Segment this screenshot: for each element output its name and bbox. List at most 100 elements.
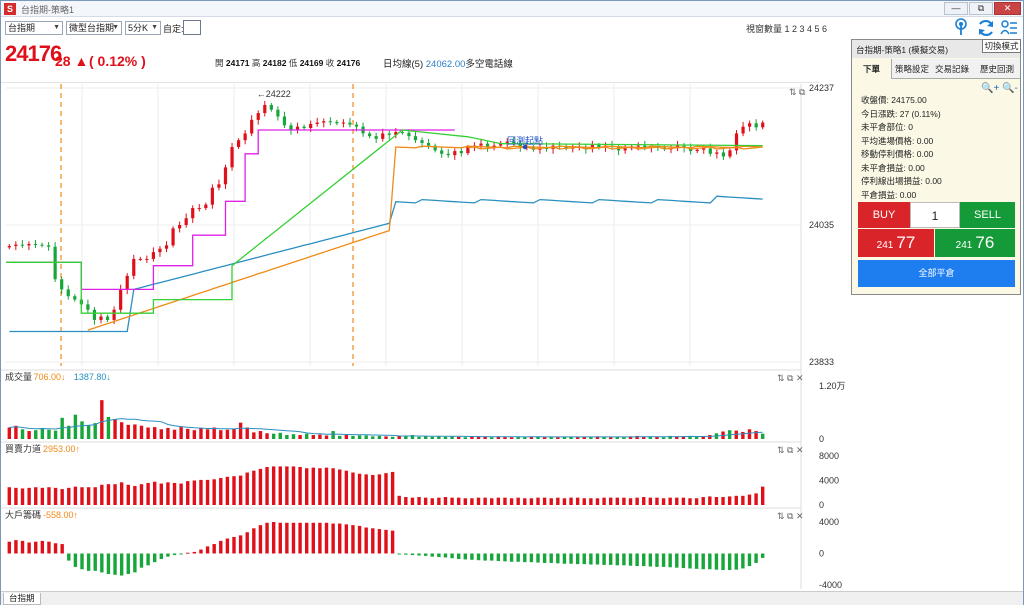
position-info: 收盤價: 24175.00 今日漲跌: 27 (0.11%) 未平倉部位: 0 …	[861, 94, 942, 202]
candle	[20, 244, 24, 246]
last-price: 24176	[5, 41, 62, 66]
indicator-bar	[668, 553, 672, 568]
candle	[86, 304, 90, 310]
refresh-icon[interactable]	[976, 18, 996, 38]
indicator-bar	[417, 497, 421, 505]
indicator-bar	[463, 437, 468, 439]
buy-button[interactable]: BUY	[858, 202, 910, 228]
sell-price-button[interactable]: 241 76	[935, 229, 1015, 257]
title-bar: S 台指期-策略1 — ⧉ ✕	[1, 1, 1023, 17]
indicator-bar	[476, 553, 481, 561]
indicator-bar	[404, 436, 408, 439]
indicator-bar	[655, 497, 659, 505]
restore-button[interactable]: ⧉	[969, 2, 993, 15]
candle	[636, 145, 640, 147]
symbol-select[interactable]: 台指期 ▼	[5, 21, 63, 35]
tab-backtest-history[interactable]: 歷史回測	[974, 59, 1020, 79]
indicator-bar	[490, 553, 494, 561]
candle	[7, 246, 11, 248]
indicator-bar	[741, 431, 745, 439]
candle	[623, 148, 627, 151]
indicator-bar	[338, 523, 342, 554]
candle	[204, 204, 208, 209]
candle	[413, 136, 418, 141]
indicator-bar	[371, 436, 375, 439]
indicator-bar	[542, 437, 547, 439]
close-button[interactable]: ✕	[994, 2, 1021, 15]
candle	[197, 208, 201, 210]
indicator-bar	[192, 551, 197, 554]
indicator-bar	[311, 522, 316, 554]
indicator-bar	[146, 427, 150, 439]
tab-strategy-settings[interactable]: 策略設定	[892, 59, 932, 79]
indicator-bar	[417, 553, 421, 556]
candle	[374, 136, 378, 139]
indicator-bar	[338, 469, 342, 505]
sell-button[interactable]: SELL	[960, 202, 1015, 228]
indicator-bar	[278, 466, 282, 505]
tab-trade-records[interactable]: 交易記錄	[932, 59, 972, 79]
indicator-bar	[331, 431, 335, 439]
indicator-bar	[542, 553, 547, 563]
pane-tools-icon: ⇅ ⧉ ✕	[777, 445, 804, 455]
indicator-bar	[523, 553, 527, 563]
indicator-bar	[549, 498, 553, 505]
annotation-backtest-start: 回測起點	[507, 135, 543, 146]
indicator-bar	[271, 433, 276, 439]
quantity-input[interactable]: 1	[910, 202, 960, 228]
indicator-bar	[225, 429, 230, 439]
indicator-bar	[470, 498, 474, 505]
interval-select-value: 5分K	[128, 23, 149, 33]
minimize-button[interactable]: —	[944, 2, 968, 15]
candle	[426, 142, 431, 146]
candle	[230, 147, 234, 168]
indicator-bar	[258, 468, 263, 505]
chart-area[interactable]: 24237 24035 23833 ←24222 回測起點 ⇅ ⧉ 成交量 706.00↓ 13…	[1, 84, 849, 589]
settings-list-icon[interactable]	[1000, 18, 1018, 38]
indicator-bar	[252, 432, 256, 439]
indicator-bar	[80, 421, 84, 439]
indicator-bar	[285, 522, 289, 554]
candle	[748, 123, 752, 127]
candle	[60, 279, 64, 290]
indicator-bar	[622, 437, 626, 439]
contract-select[interactable]: 微型台指期 ▼	[66, 21, 122, 35]
price-change: 28 ▲	[55, 53, 88, 69]
switch-mode-button[interactable]: 切換模式	[982, 39, 1021, 53]
custom-interval-input[interactable]	[183, 20, 201, 35]
y-axis-tick-label: -4000	[819, 580, 842, 589]
candle	[66, 289, 70, 297]
app-logo-icon: S	[4, 3, 16, 15]
buy-price-button[interactable]: 241 77	[858, 229, 934, 257]
indicator-bar	[357, 435, 362, 439]
zoom-icon[interactable]: 🔍+ 🔍-	[981, 83, 1018, 94]
candle	[119, 289, 123, 310]
candle	[387, 133, 391, 135]
indicator-bar	[298, 435, 302, 439]
candle	[105, 316, 110, 320]
sell-price-prefix: 241	[955, 240, 973, 251]
indicator-bar	[106, 553, 111, 574]
indicator-bar	[423, 553, 428, 556]
indicator-bar	[212, 427, 216, 439]
indicator-bar	[238, 535, 243, 554]
indicator-bar	[67, 487, 71, 505]
tab-order[interactable]: 下單	[852, 59, 892, 79]
interval-select[interactable]: 5分K ▼	[125, 21, 161, 35]
indicator-bar	[20, 540, 25, 554]
up-arrow-icon: ▲	[74, 53, 89, 69]
window-count-selector[interactable]: 視窗數量 1 2 3 4 5 6	[746, 22, 827, 35]
flatten-all-button[interactable]: 全部平倉	[858, 260, 1015, 287]
indicator-bar	[152, 553, 157, 563]
indicator-bar	[179, 553, 183, 555]
indicator-bar	[727, 496, 732, 505]
broadcast-icon[interactable]	[954, 18, 968, 36]
sheet-tab[interactable]: 台指期	[3, 593, 41, 605]
candle	[315, 122, 319, 124]
indicator-bar	[741, 495, 745, 505]
candle	[92, 309, 97, 320]
indicator-bar	[456, 436, 461, 439]
buy-price-prefix: 241	[876, 240, 894, 251]
indicator-bar	[219, 430, 223, 439]
indicator-bar	[166, 553, 170, 557]
